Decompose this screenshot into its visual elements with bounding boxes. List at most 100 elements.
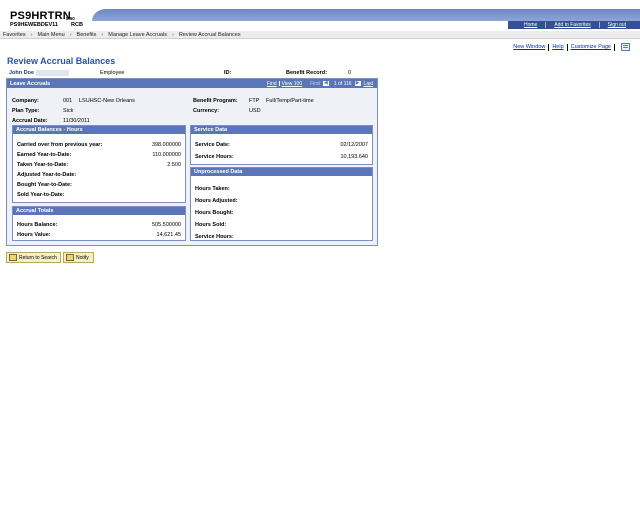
breadcrumb-favorites[interactable]: Favorites <box>3 32 26 38</box>
panel-title: Leave Accruals <box>10 80 51 87</box>
accrual-totals-box: Accrual Totals Hours Balance: 505.500000… <box>12 206 186 241</box>
earned-ytd-label: Earned Year-to-Date: <box>17 152 72 158</box>
previous-arrow-icon[interactable]: ◀ <box>322 81 329 86</box>
breadcrumb-benefits[interactable]: Benefits <box>77 32 97 38</box>
hours-value-value: 14,621.45 <box>156 232 181 238</box>
benefit-record-label: Benefit Record: <box>286 70 327 76</box>
accrual-balances-box: Accrual Balances - Hours Carried over fr… <box>12 125 186 203</box>
currency-value: USD <box>249 108 261 114</box>
notify-label: Notify <box>76 254 89 261</box>
carried-over-label: Carried over from previous year: <box>17 142 103 148</box>
help-link[interactable]: Help <box>552 44 563 50</box>
accrual-date-label: Accrual Date: <box>12 118 48 124</box>
benefit-program-code: FTP <box>249 98 260 104</box>
accrual-totals-header: Accrual Totals <box>13 207 185 215</box>
unprocessed-data-title: Unprocessed Data <box>194 169 243 175</box>
breadcrumb-separator: › <box>69 31 72 38</box>
taken-ytd-value: 2.500 <box>167 162 181 168</box>
company-label: Company: <box>12 98 39 104</box>
find-link[interactable]: Find <box>267 81 277 87</box>
plan-type-value: Sick <box>63 108 74 114</box>
next-arrow-icon[interactable]: ▶ <box>354 81 361 86</box>
employee-id-label: ID: <box>224 70 232 76</box>
breadcrumb-main-menu[interactable]: Main Menu <box>37 32 64 38</box>
benefit-record-value: 0 <box>348 70 352 76</box>
sold-ytd-label: Sold Year-to-Date: <box>17 192 65 198</box>
taken-ytd-label: Taken Year-to-Date: <box>17 162 69 168</box>
view-100-link[interactable]: View 100 <box>282 81 302 87</box>
first-link: First <box>310 80 320 87</box>
link-separator <box>548 43 550 51</box>
new-window-link[interactable]: New Window <box>513 44 545 50</box>
service-data-title: Service Data <box>194 127 228 133</box>
user-id: RCB <box>71 22 83 28</box>
accrual-balances-header: Accrual Balances - Hours <box>13 126 185 134</box>
earned-ytd-value: 110.000000 <box>152 152 181 158</box>
app-name: PS9HRTRN <box>10 10 71 22</box>
company-name: LSUHSC-New Orleans <box>79 98 135 104</box>
adjusted-ytd-label: Adjusted Year-to-Date: <box>17 172 77 178</box>
app-version: 8.50 <box>66 16 75 21</box>
home-link[interactable]: Home <box>524 22 537 28</box>
service-hours-label: Service Hours: <box>195 154 234 160</box>
header-separator <box>598 22 600 28</box>
employee-name: John Doe <box>9 70 35 76</box>
link-separator <box>614 43 615 51</box>
service-data-header: Service Data <box>191 126 372 134</box>
notify-button[interactable]: Notify <box>63 252 94 263</box>
currency-label: Currency: <box>193 108 219 114</box>
bought-ytd-label: Bought Year-to-Date: <box>17 182 72 188</box>
sign-out-link[interactable]: Sign out <box>608 22 626 28</box>
breadcrumb-separator: › <box>101 31 104 38</box>
header-links: Home Add to Favorites Sign out <box>508 21 640 29</box>
unprocessed-data-header: Unprocessed Data <box>191 168 372 176</box>
link-separator <box>566 43 568 51</box>
hours-bought-label: Hours Bought: <box>195 210 234 216</box>
unprocessed-service-hours-label: Service Hours: <box>195 234 234 240</box>
accrual-date-value: 11/30/2011 <box>63 118 90 124</box>
return-icon <box>9 254 17 261</box>
breadcrumb-review-accrual-balances[interactable]: Review Accrual Balances <box>179 32 241 38</box>
database-name: PS9HEWEBDEV11 <box>10 22 58 28</box>
accrual-totals-title: Accrual Totals <box>16 208 54 214</box>
employee-type: Employee <box>100 70 125 76</box>
notify-envelope-icon <box>66 254 74 261</box>
employee-name-redacted <box>36 70 69 76</box>
unprocessed-data-box: Unprocessed Data Hours Taken: Hours Adju… <box>190 167 373 241</box>
breadcrumb-manage-leave-accruals[interactable]: Manage Leave Accruals <box>108 32 167 38</box>
customize-page-link[interactable]: Customize Page <box>571 44 611 50</box>
breadcrumb-separator: › <box>30 31 33 38</box>
header-band <box>92 9 640 21</box>
employee-info-row: John Doe Employee ID: Benefit Record: 0 <box>9 69 369 77</box>
company-code: 001 <box>63 98 73 104</box>
service-date-label: Service Date: <box>195 142 230 148</box>
service-hours-value: 10,193.640 <box>340 154 368 160</box>
carried-over-value: 398.000000 <box>151 142 181 148</box>
service-date-value: 02/12/2007 <box>340 142 368 148</box>
header-separator <box>545 22 547 28</box>
page-links: New Window Help Customize Page <box>513 43 630 51</box>
service-data-box: Service Data Service Date: 02/12/2007 Se… <box>190 125 373 165</box>
nav-separator <box>278 81 280 86</box>
return-to-search-button[interactable]: Return to Search <box>6 252 61 263</box>
accrual-balances-title: Accrual Balances - Hours <box>16 127 83 133</box>
breadcrumb: Favorites › Main Menu › Benefits › Manag… <box>0 31 640 39</box>
leave-accruals-panel: Leave Accruals Find View 100 First ◀ 1 o… <box>6 78 378 246</box>
return-to-search-label: Return to Search <box>19 254 57 261</box>
panel-navigation: Find View 100 First ◀ 1 of 116 ▶ Last <box>267 81 373 87</box>
page-title: Review Accrual Balances <box>7 56 116 66</box>
row-range: 1 of 116 <box>333 80 352 87</box>
add-to-favorites-link[interactable]: Add to Favorites <box>554 22 590 28</box>
hours-value-label: Hours Value: <box>17 232 51 238</box>
last-link[interactable]: Last <box>364 81 373 87</box>
hours-adjusted-label: Hours Adjusted: <box>195 198 238 204</box>
hours-balance-label: Hours Balance: <box>17 222 58 228</box>
breadcrumb-separator: › <box>171 31 174 38</box>
page-help-icon[interactable] <box>621 43 630 51</box>
hours-taken-label: Hours Taken: <box>195 186 230 192</box>
app-header: PS9HRTRN 8.50 PS9HEWEBDEV11 RCB Home Add… <box>0 0 640 30</box>
panel-header: Leave Accruals Find View 100 First ◀ 1 o… <box>7 79 377 88</box>
hours-balance-value: 505.500000 <box>151 222 181 228</box>
plan-type-label: Plan Type: <box>12 108 40 114</box>
benefit-program-desc: Full/Temp/Part-time <box>266 98 314 104</box>
